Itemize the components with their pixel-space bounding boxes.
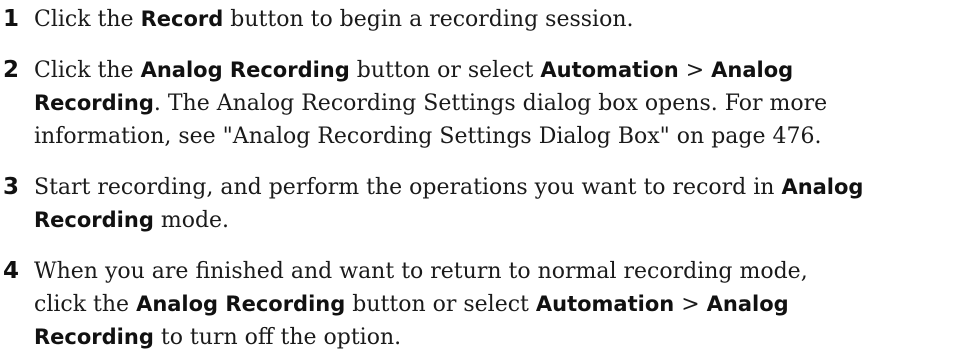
text-run: mode. xyxy=(153,208,230,233)
step-number: 1 xyxy=(3,6,20,32)
text-run: > xyxy=(674,292,707,317)
step-number: 4 xyxy=(3,258,20,284)
step-text: Click the Analog Recording button or sel… xyxy=(34,54,960,153)
step-line: Recording mode. xyxy=(34,204,960,237)
text-run: button or select xyxy=(345,292,536,317)
ui-term: Automation xyxy=(535,292,675,316)
step-line: Recording to turn off the option. xyxy=(34,321,960,354)
ui-term: Recording xyxy=(34,91,154,115)
ui-term: Recording xyxy=(34,325,154,349)
text-run: Start recording, and perform the operati… xyxy=(34,175,782,200)
step-line: information, see "Analog Recording Setti… xyxy=(34,120,960,153)
ui-term: Record xyxy=(140,7,224,31)
text-run: Click the xyxy=(34,7,141,32)
text-run: click the xyxy=(34,292,137,317)
text-run: When you are finished and want to return… xyxy=(34,259,808,284)
ui-term: Analog Recording xyxy=(136,292,346,316)
ui-term: Analog xyxy=(706,292,789,316)
step-line: click the Analog Recording button or sel… xyxy=(34,288,960,321)
step-text: Click the Record button to begin a recor… xyxy=(34,3,960,36)
ui-term: Analog xyxy=(711,58,794,82)
step-line: Recording. The Analog Recording Settings… xyxy=(34,87,960,120)
step-line: Click the Record button to begin a recor… xyxy=(34,3,960,36)
step-line: Start recording, and perform the operati… xyxy=(34,171,960,204)
text-run: button to begin a recording session. xyxy=(223,7,634,32)
step-text: When you are finished and want to return… xyxy=(34,255,960,354)
step-number: 2 xyxy=(3,57,20,83)
text-run: . The Analog Recording Settings dialog b… xyxy=(153,91,828,116)
cross-reference: information, see "Analog Recording Setti… xyxy=(34,124,822,149)
procedure-steps: 1 Click the Record button to begin a rec… xyxy=(0,0,960,358)
text-run: Click the xyxy=(34,58,141,83)
ui-term: Analog xyxy=(781,175,864,199)
ui-term: Analog Recording xyxy=(140,58,350,82)
ui-term: Automation xyxy=(540,58,679,82)
step-text: Start recording, and perform the operati… xyxy=(34,171,960,237)
ui-term: Recording xyxy=(34,208,154,232)
text-run: > xyxy=(678,58,712,83)
text-run: to turn off the option. xyxy=(153,325,402,350)
step-line: Click the Analog Recording button or sel… xyxy=(34,54,960,87)
step-line: When you are finished and want to return… xyxy=(34,255,960,288)
text-run: button or select xyxy=(349,58,541,83)
step-number: 3 xyxy=(3,174,20,200)
